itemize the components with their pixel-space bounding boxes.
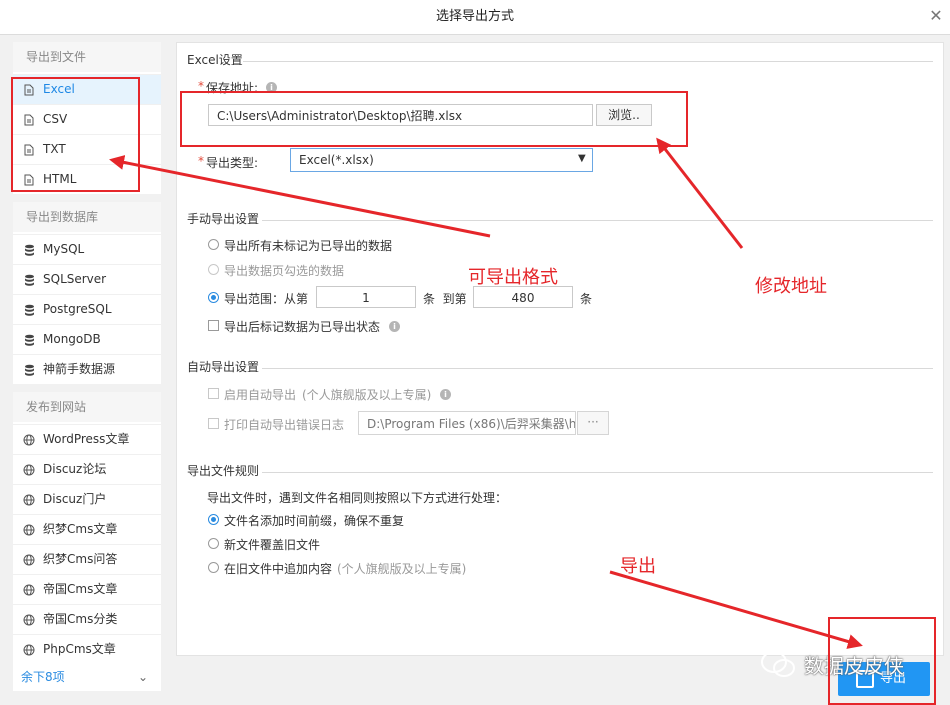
annotation-export-text: 导出: [620, 556, 656, 577]
annotation-modify-text: 修改地址: [755, 276, 827, 297]
annotation-arrows: [109, 137, 863, 649]
arrow-path: [656, 137, 744, 249]
arrow-export: [609, 570, 863, 649]
annotation-formats-text: 可导出格式: [468, 267, 558, 288]
arrow-formats: [109, 155, 491, 238]
